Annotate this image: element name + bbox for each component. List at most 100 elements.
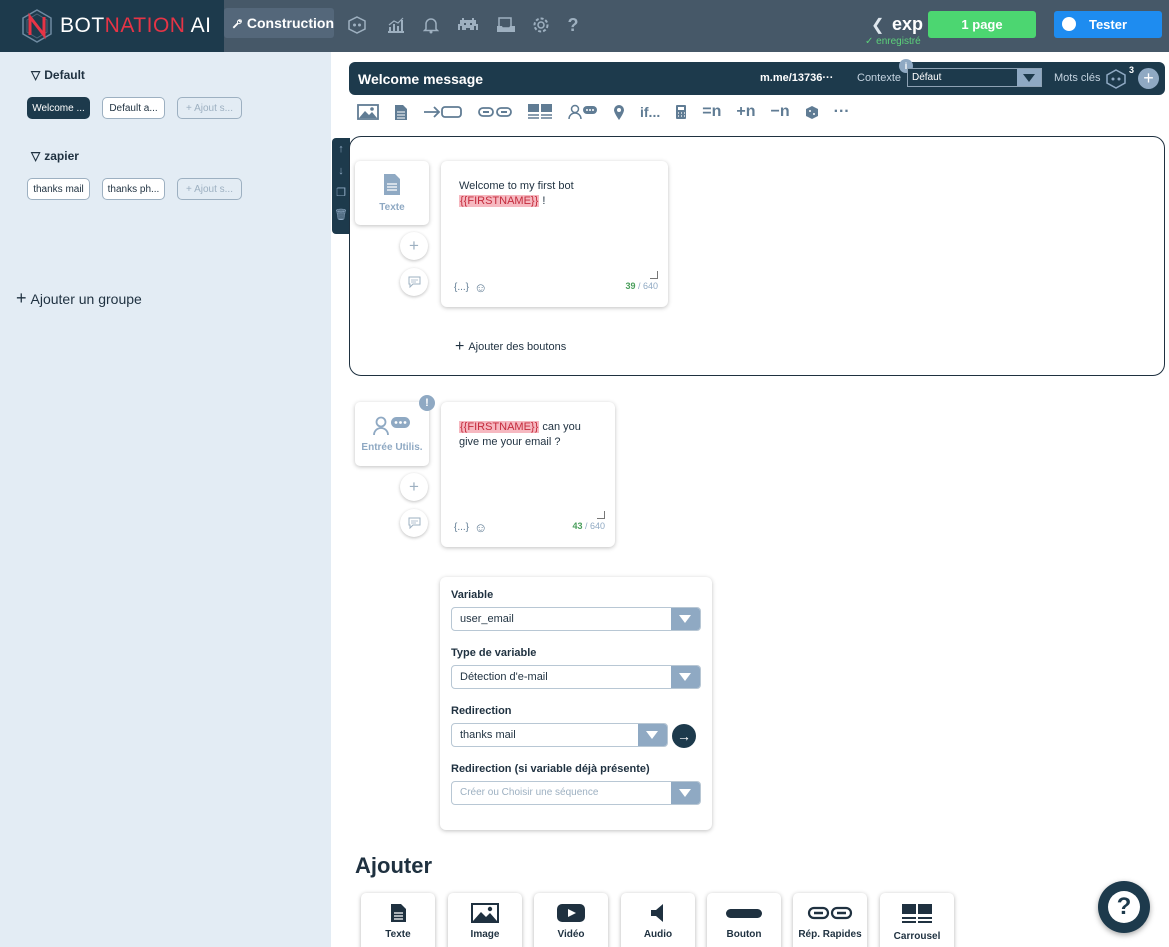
- collapse-triangle-icon: ▽: [31, 149, 41, 163]
- invader-icon[interactable]: [455, 14, 481, 36]
- image-tool-icon[interactable]: [357, 104, 379, 120]
- sequence-chip-welcome[interactable]: Welcome ...: [27, 97, 90, 119]
- location-tool-icon[interactable]: [613, 104, 625, 121]
- warning-icon[interactable]: !: [419, 395, 435, 411]
- add-quick-replies-card[interactable]: Rép. Rapides: [793, 893, 867, 947]
- variable-tag[interactable]: {{FIRSTNAME}}: [459, 195, 540, 207]
- add-group-button[interactable]: + Ajouter un groupe: [16, 288, 142, 309]
- pages-button[interactable]: 1 page: [928, 11, 1036, 38]
- comment-icon[interactable]: [400, 509, 428, 537]
- back-chevron-icon[interactable]: ❮: [871, 15, 884, 35]
- variable-tag[interactable]: {{FIRSTNAME}}: [459, 421, 540, 433]
- logo[interactable]: BOTNATION AI: [0, 0, 224, 52]
- video-icon: [557, 904, 585, 922]
- group-header-zapier[interactable]: ▽ zapier: [31, 149, 79, 163]
- help-chat-button[interactable]: ?: [1098, 881, 1150, 933]
- redirect-select[interactable]: thanks mail: [451, 723, 668, 747]
- gear-icon[interactable]: [530, 14, 552, 36]
- nav-construction[interactable]: Construction: [224, 8, 334, 38]
- decrement-tool[interactable]: −n: [770, 103, 789, 121]
- block-type-user-input[interactable]: Entrée Utilis.: [355, 402, 429, 466]
- user-input-tool-icon[interactable]: [568, 104, 598, 120]
- message-text[interactable]: Welcome to my first bot {{FIRSTNAME}} !: [459, 179, 650, 209]
- go-to-sequence-arrow-icon[interactable]: →: [672, 724, 696, 748]
- random-tool-icon[interactable]: [805, 105, 819, 120]
- trash-icon[interactable]: 🗑: [332, 204, 350, 226]
- increment-tool[interactable]: +n: [736, 103, 755, 121]
- add-element-button[interactable]: +: [400, 232, 428, 260]
- redirect-present-select[interactable]: Créer ou Choisir une séquence: [451, 781, 701, 805]
- add-video-card[interactable]: Vidéo: [534, 893, 608, 947]
- saved-status: ✓ enregistré: [865, 36, 921, 47]
- condition-tool[interactable]: if...: [640, 104, 660, 120]
- keywords-count: 3: [1129, 65, 1135, 75]
- bell-icon[interactable]: [420, 14, 442, 36]
- message-text[interactable]: {{FIRSTNAME}} can you give me your email…: [459, 420, 597, 450]
- test-button[interactable]: Tester: [1054, 11, 1162, 38]
- add-sequence-button[interactable]: + Ajout s...: [177, 178, 242, 200]
- dropdown-arrow-icon: [1017, 69, 1041, 86]
- resize-handle[interactable]: [650, 271, 658, 279]
- add-element-button[interactable]: +: [400, 473, 428, 501]
- group-header-default[interactable]: ▽ Default: [31, 68, 85, 82]
- insert-variable-button[interactable]: {...}: [454, 280, 469, 295]
- resize-handle[interactable]: [597, 511, 605, 519]
- add-button-card[interactable]: Bouton: [707, 893, 781, 947]
- redirect-tool-icon[interactable]: [423, 104, 463, 120]
- keywords-label[interactable]: Mots clés: [1054, 72, 1100, 84]
- variable-type-select[interactable]: Détection d'e-mail: [451, 665, 701, 689]
- dropdown-arrow-icon: [671, 782, 700, 804]
- quick-replies-tool-icon[interactable]: [478, 106, 512, 118]
- redirect-label: Redirection: [451, 705, 512, 717]
- add-image-card[interactable]: Image: [448, 893, 522, 947]
- variable-type-label: Type de variable: [451, 647, 537, 659]
- stats-icon[interactable]: [385, 14, 407, 36]
- dropdown-arrow-icon: [638, 724, 667, 746]
- comment-icon[interactable]: [400, 268, 428, 296]
- messenger-link[interactable]: m.me/13736···: [760, 72, 833, 84]
- add-carousel-card[interactable]: Carrousel: [880, 893, 954, 947]
- add-keyword-button[interactable]: +: [1138, 68, 1159, 89]
- text-tool-icon[interactable]: [394, 104, 408, 121]
- char-counter: 39 / 640: [625, 281, 658, 291]
- add-buttons-link[interactable]: + Ajouter des boutons: [455, 338, 566, 356]
- block-controls: ↑ ↓ ❐ 🗑: [332, 138, 350, 234]
- variable-select[interactable]: user_email: [451, 607, 701, 631]
- message-card-text[interactable]: Welcome to my first bot {{FIRSTNAME}} ! …: [441, 161, 668, 307]
- sequence-chip-thanks-mail[interactable]: thanks mail: [27, 178, 90, 200]
- emoji-icon[interactable]: ☺: [474, 520, 487, 535]
- add-text-card[interactable]: Texte: [361, 893, 435, 947]
- quick-replies-icon: [807, 906, 853, 920]
- more-tools-icon[interactable]: ···: [834, 103, 850, 121]
- sequence-header: Welcome message m.me/13736··· Contexte i…: [349, 59, 1165, 95]
- block-type-text[interactable]: Texte: [355, 161, 429, 225]
- wrench-icon: [232, 18, 242, 28]
- nav-construction-label: Construction: [246, 15, 334, 31]
- emoji-icon[interactable]: ☺: [474, 280, 487, 295]
- sequence-title[interactable]: Welcome message: [358, 71, 483, 87]
- user-input-icon: [373, 416, 410, 435]
- move-up-icon[interactable]: ↑: [332, 138, 350, 160]
- char-counter: 43 / 640: [572, 521, 605, 531]
- bot-icon[interactable]: [346, 14, 368, 36]
- context-select[interactable]: Défaut: [907, 68, 1042, 87]
- insert-variable-button[interactable]: {...}: [454, 520, 469, 535]
- variable-label: Variable: [451, 589, 494, 601]
- add-audio-card[interactable]: Audio: [621, 893, 695, 947]
- help-icon[interactable]: ?: [562, 14, 584, 36]
- message-card-user-input[interactable]: {{FIRSTNAME}} can you give me your email…: [441, 402, 615, 547]
- plus-icon: +: [16, 288, 27, 308]
- sequence-chip-default[interactable]: Default a...: [102, 97, 165, 119]
- bot-keywords-icon[interactable]: [1105, 69, 1127, 89]
- inbox-icon[interactable]: [495, 14, 517, 36]
- sequence-chip-thanks-phone[interactable]: thanks ph...: [102, 178, 165, 200]
- set-value-tool[interactable]: =n: [702, 103, 721, 121]
- add-sequence-button[interactable]: + Ajout s...: [177, 97, 242, 119]
- dropdown-arrow-icon: [671, 608, 700, 630]
- variable-settings-panel: Variable user_email Type de variable Dét…: [440, 577, 712, 830]
- carousel-tool-icon[interactable]: [527, 103, 553, 121]
- duplicate-icon[interactable]: ❐: [332, 182, 350, 204]
- context-label: Contexte: [857, 72, 902, 84]
- move-down-icon[interactable]: ↓: [332, 160, 350, 182]
- calculator-tool-icon[interactable]: [675, 104, 687, 120]
